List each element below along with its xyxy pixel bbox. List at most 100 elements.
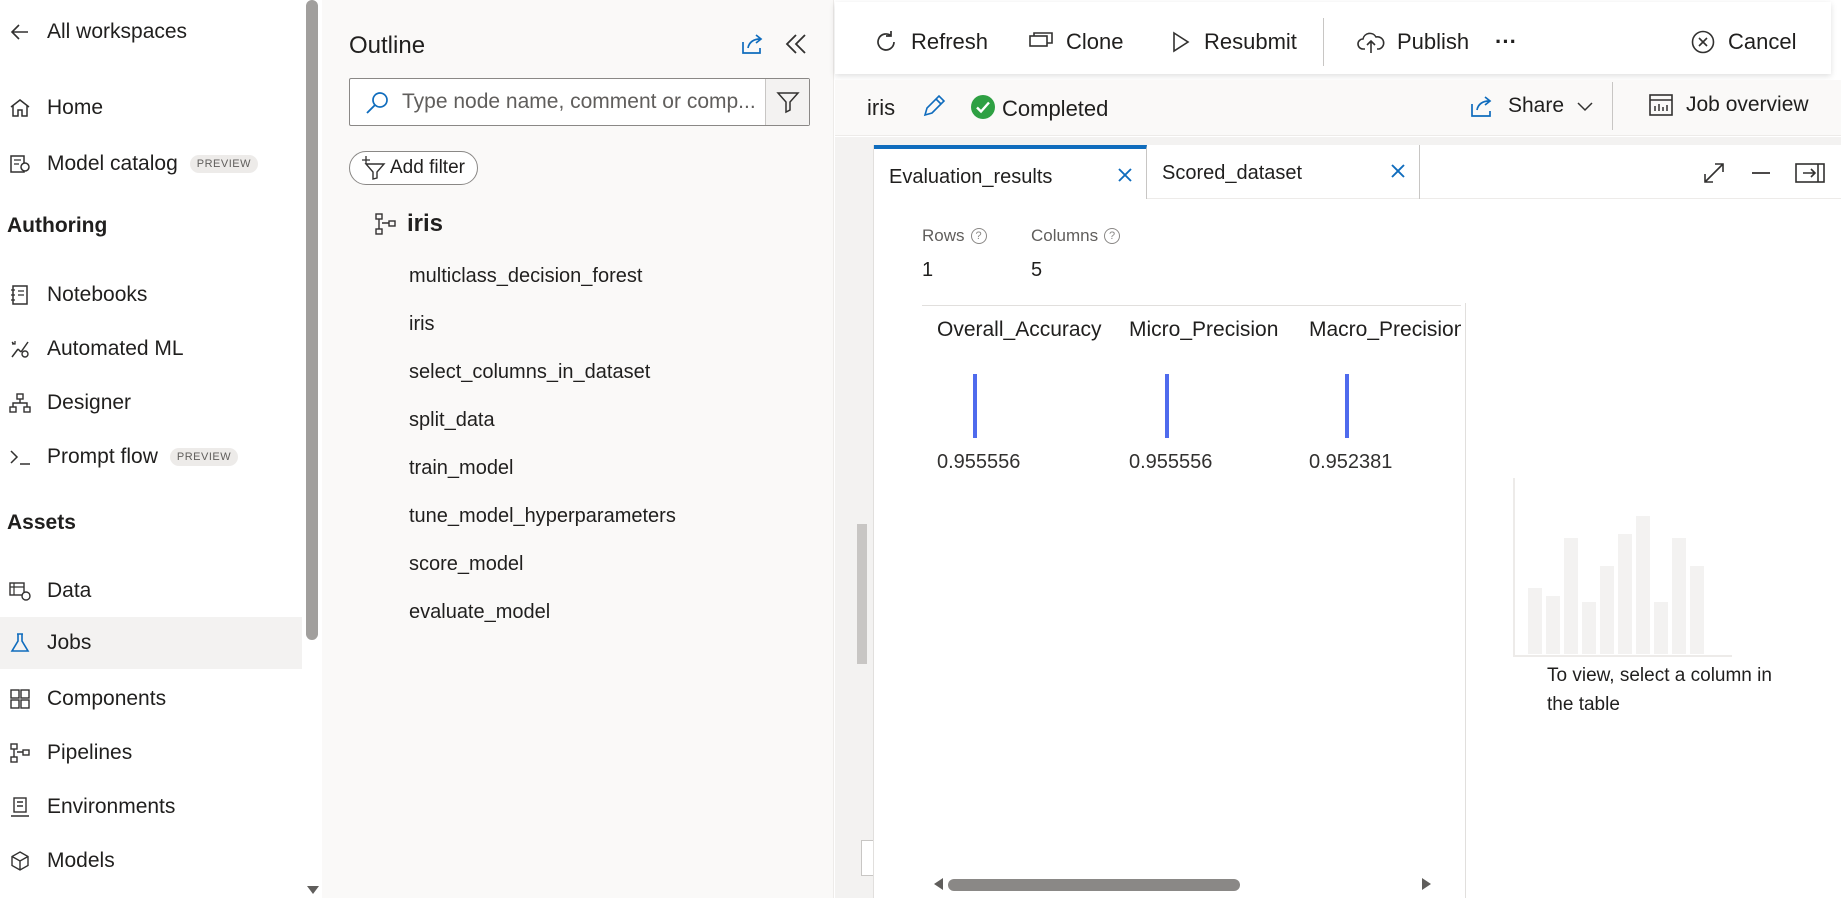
- table-cell: 0.955556: [1129, 451, 1213, 473]
- publish-button[interactable]: Publish: [1357, 2, 1469, 82]
- cancel-label: Cancel: [1728, 29, 1797, 54]
- column-header[interactable]: Macro_Precision: [1309, 318, 1461, 342]
- job-header: iris Completed Share Job overview: [835, 80, 1841, 136]
- dock-panel-icon[interactable]: [1795, 160, 1825, 186]
- home-icon: [8, 96, 32, 120]
- environments-icon: [8, 795, 32, 819]
- nav-item-home-label: Home: [47, 96, 104, 119]
- add-filter-button[interactable]: Add filter: [349, 151, 478, 185]
- outline-node[interactable]: train_model: [409, 457, 514, 480]
- clone-icon: [1029, 32, 1053, 47]
- notebook-icon: [8, 283, 32, 307]
- table-cell: 0.952381: [1309, 451, 1393, 473]
- nav-item-models[interactable]: Models: [0, 835, 302, 887]
- add-filter-label: Add filter: [390, 157, 465, 178]
- filter-button[interactable]: [765, 79, 809, 125]
- rows-label: Rows: [922, 226, 965, 245]
- nav-scroll-down-icon[interactable]: [307, 886, 319, 894]
- nav-item-automated-ml[interactable]: Automated ML: [0, 323, 302, 375]
- job-overview-button[interactable]: Job overview: [1648, 93, 1809, 117]
- minimize-icon[interactable]: [1748, 160, 1774, 186]
- table-horizontal-scrollbar[interactable]: [922, 875, 1442, 893]
- nav-item-designer[interactable]: Designer: [0, 377, 302, 429]
- outline-search-input[interactable]: [402, 87, 757, 117]
- column-header[interactable]: Overall_Accuracy: [937, 318, 1102, 342]
- results-tabs: Evaluation_results Scored_dataset: [874, 145, 1841, 199]
- expand-icon[interactable]: [1701, 160, 1727, 186]
- results-table: Overall_Accuracy 0.955556 Micro_Precisio…: [922, 305, 1461, 880]
- add-filter-icon: [362, 156, 386, 180]
- outline-node[interactable]: multiclass_decision_forest: [409, 265, 642, 288]
- nav-all-workspaces-label: All workspaces: [47, 20, 188, 43]
- refresh-button[interactable]: Refresh: [873, 2, 988, 82]
- outline-node[interactable]: score_model: [409, 553, 524, 576]
- outline-node[interactable]: tune_model_hyperparameters: [409, 505, 676, 528]
- share-label: Share: [1508, 94, 1565, 117]
- outline-tree-root[interactable]: iris: [375, 210, 443, 238]
- outline-tree-root-label: iris: [407, 210, 444, 237]
- nav-item-home[interactable]: Home: [0, 82, 302, 134]
- nav-item-pipelines[interactable]: Pipelines: [0, 727, 302, 779]
- tab-scored-dataset[interactable]: Scored_dataset: [1147, 145, 1420, 199]
- help-icon[interactable]: ?: [1104, 228, 1121, 244]
- scroll-left-icon[interactable]: [934, 878, 943, 890]
- data-icon: [8, 579, 32, 603]
- nav-item-components[interactable]: Components: [0, 673, 302, 725]
- model-catalog-icon: [8, 152, 32, 176]
- nav-item-automated-ml-label: Automated ML: [47, 337, 184, 360]
- outline-title: Outline: [349, 32, 426, 59]
- nav-item-jobs-label: Jobs: [47, 631, 92, 654]
- toolbar-divider: [1323, 18, 1324, 66]
- nav-item-models-label: Models: [47, 849, 115, 872]
- nav-item-model-catalog[interactable]: Model catalog PREVIEW: [0, 138, 302, 190]
- column-histogram-bar: [1345, 374, 1349, 438]
- chart-hint-text: To view, select a column in the table: [1547, 665, 1772, 715]
- left-navigation: All workspaces Home Model catalog PREVIEW…: [0, 0, 320, 898]
- preview-badge: PREVIEW: [189, 155, 258, 174]
- nav-item-jobs[interactable]: Jobs: [0, 617, 302, 669]
- scrollbar-thumb[interactable]: [948, 879, 1240, 891]
- prompt-flow-icon: [8, 445, 32, 469]
- more-options-button[interactable]: ···: [1495, 2, 1517, 82]
- clone-label: Clone: [1066, 29, 1124, 54]
- outline-node[interactable]: split_data: [409, 409, 495, 432]
- outline-node[interactable]: evaluate_model: [409, 601, 550, 624]
- nav-item-data[interactable]: Data: [0, 565, 302, 617]
- outline-node[interactable]: select_columns_in_dataset: [409, 361, 650, 384]
- filter-icon: [775, 92, 800, 114]
- table-cell: 0.955556: [937, 451, 1021, 473]
- cancel-button[interactable]: Cancel: [1690, 2, 1796, 82]
- canvas-scrollbar[interactable]: [857, 524, 867, 664]
- collapse-panel-icon[interactable]: [782, 30, 810, 58]
- chevron-down-icon: [1577, 102, 1593, 112]
- resubmit-button[interactable]: Resubmit: [1168, 2, 1297, 82]
- outline-node[interactable]: iris: [409, 313, 435, 336]
- publish-label: Publish: [1397, 29, 1470, 54]
- clone-button[interactable]: Clone: [1028, 2, 1123, 82]
- outline-panel: Outline Add filter iris multiclass_decis…: [322, 0, 834, 898]
- scroll-right-icon[interactable]: [1422, 878, 1431, 890]
- completed-check-icon: [971, 95, 995, 119]
- close-icon[interactable]: [1116, 166, 1134, 184]
- nav-all-workspaces[interactable]: All workspaces: [0, 6, 302, 58]
- nav-item-prompt-flow-label: Prompt flow: [47, 445, 158, 468]
- tab-evaluation-results-label: Evaluation_results: [889, 166, 1053, 188]
- cancel-circle-icon: [1691, 30, 1715, 54]
- more-options-icon: ···: [1495, 29, 1517, 54]
- edit-pencil-icon[interactable]: [921, 93, 947, 119]
- share-button[interactable]: Share: [1468, 93, 1594, 119]
- resubmit-label: Resubmit: [1204, 29, 1297, 54]
- nav-item-environments[interactable]: Environments: [0, 781, 302, 833]
- nav-item-prompt-flow[interactable]: Prompt flow PREVIEW: [0, 431, 302, 483]
- rows-label-group: Rows ?: [922, 226, 987, 246]
- designer-icon: [8, 391, 32, 415]
- table-divider: [1465, 303, 1466, 898]
- tab-evaluation-results[interactable]: Evaluation_results: [874, 145, 1147, 199]
- column-header[interactable]: Micro_Precision: [1129, 318, 1278, 342]
- nav-item-notebooks[interactable]: Notebooks: [0, 269, 302, 321]
- close-icon[interactable]: [1389, 162, 1407, 180]
- share-icon[interactable]: [738, 30, 766, 58]
- preview-badge: PREVIEW: [169, 448, 239, 467]
- help-icon[interactable]: ?: [970, 228, 987, 244]
- nav-scrollbar-thumb[interactable]: [306, 0, 318, 640]
